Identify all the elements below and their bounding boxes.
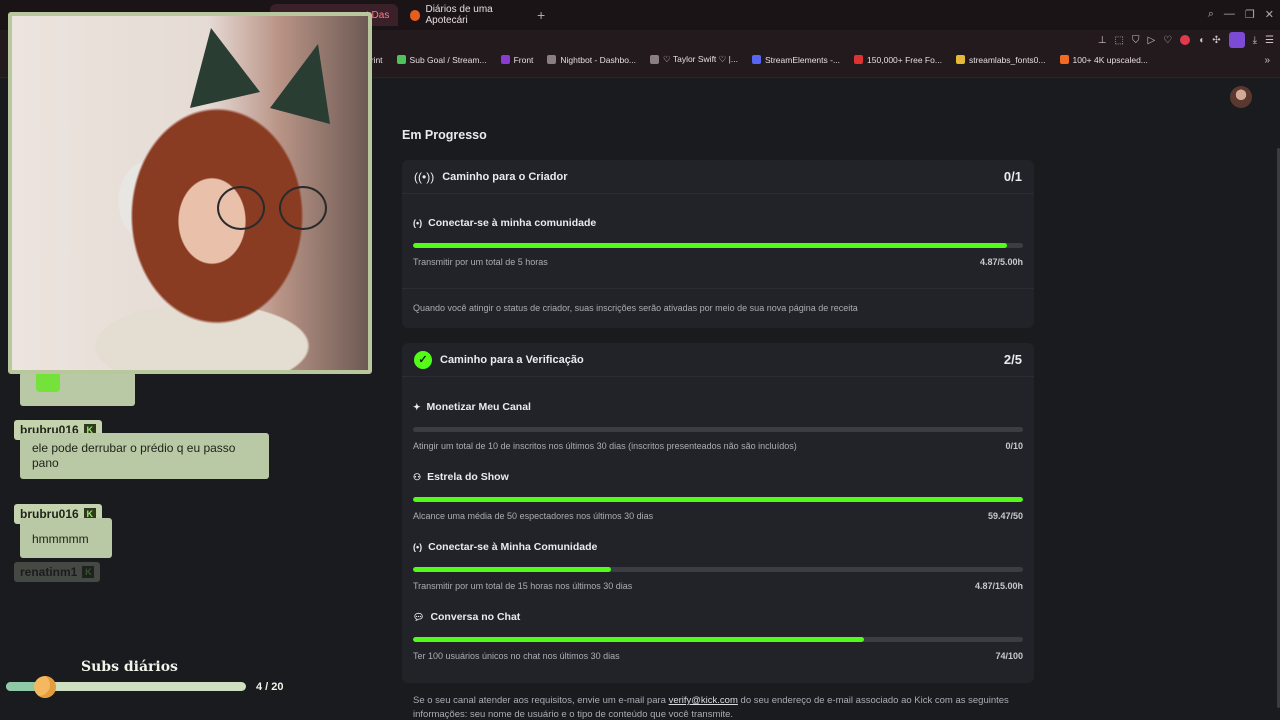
goal-item: 💬︎ Conversa no Chat Ter 100 usuários únic… <box>413 611 1023 661</box>
chat-message: hmmmmm <box>20 518 112 558</box>
user-avatar[interactable] <box>1230 86 1252 108</box>
broadcast-icon: ((•)) <box>414 169 435 184</box>
goal-footer: Atingir um total de 10 de inscritos nos … <box>413 441 1023 451</box>
list-icon <box>500 55 510 64</box>
cat-ear-headband <box>270 44 330 124</box>
bookmark-front[interactable]: Front <box>500 54 533 65</box>
webcam-feed <box>8 12 372 374</box>
search-tabs-icon[interactable]: ⌕ <box>1208 8 1214 21</box>
card-count: 2/5 <box>1003 352 1022 367</box>
verification-instructions: Se o seu canal atender aos requisitos, e… <box>413 695 1009 720</box>
subs-goal-count: 4 / 20 <box>256 681 284 693</box>
broadcast-icon: (•) <box>413 542 423 552</box>
goal-progress-bar <box>413 567 1023 572</box>
play-icon[interactable]: ▷ <box>1148 35 1156 46</box>
audio-icon[interactable]: ◖ <box>1198 35 1204 46</box>
verification-path-card: ✓ Caminho para a Verificação 2/5 ✦ Moneti… <box>402 343 1034 683</box>
streamelements-icon <box>751 55 761 64</box>
goal-progress-bar <box>413 497 1023 502</box>
goal-footer: Transmitir por um total de 5 horas 4.87/5… <box>413 257 1023 267</box>
new-tab-button[interactable]: + <box>537 7 545 23</box>
bookmark-sub-goal[interactable]: Sub Goal / Stream... <box>396 54 487 65</box>
divider <box>402 288 1034 289</box>
chat-username: renatinm1 K <box>14 562 101 582</box>
bookmark-nightbot[interactable]: Nightbot - Dashbo... <box>547 54 636 65</box>
goal-progress-bar <box>413 243 1023 248</box>
bookmarks-bar: print Sub Goal / Stream... Front Nightbo… <box>366 54 1148 65</box>
restore-icon[interactable]: ❐ <box>1245 8 1255 21</box>
bookmarks-overflow-button[interactable]: » <box>1264 55 1270 66</box>
goal-progress-fill <box>413 497 1023 502</box>
bookmark-streamlabs-fonts[interactable]: streamlabs_fonts0... <box>955 54 1046 65</box>
menu-icon[interactable]: ☰ <box>1265 35 1274 46</box>
users-icon: ⚇ <box>413 471 422 482</box>
bookmark-streamelements[interactable]: StreamElements -... <box>751 54 840 65</box>
heart-icon[interactable]: ♡ <box>1163 35 1172 46</box>
goal-title: (•) Conectar-se à minha comunidade <box>413 217 597 229</box>
goal-item: (•) Conectar-se à minha comunidade Transm… <box>413 217 1023 267</box>
close-icon[interactable]: ✕ <box>1265 8 1274 21</box>
card-header: ✓ Caminho para a Verificação 2/5 <box>402 343 1034 377</box>
goal-footer: Alcance uma média de 50 espectadores nos… <box>413 511 1023 521</box>
green-square-icon <box>396 55 406 64</box>
puzzle-icon[interactable]: ✣ <box>1212 35 1220 46</box>
browser-tab-apotecaria[interactable]: Diários de uma Apotecári <box>404 4 532 26</box>
subs-goal-title: Subs diários <box>81 659 178 675</box>
verify-email-link[interactable]: verify@kick.com <box>669 695 738 706</box>
screenshot-icon[interactable]: ⬚ <box>1115 35 1124 46</box>
download-icon[interactable]: ⤓ <box>1253 35 1257 46</box>
extension-red-icon[interactable] <box>1180 35 1191 45</box>
shield-icon[interactable]: ⛉ <box>1132 35 1140 46</box>
bookmark-free-fonts[interactable]: 150,000+ Free Fo... <box>854 54 942 65</box>
bookmark-taylor-swift[interactable]: ♡ Taylor Swift ♡ |... <box>650 54 738 65</box>
verified-badge-icon: ✓ <box>414 350 432 369</box>
glasses <box>217 186 332 236</box>
card-note: Quando você atingir o status de criador,… <box>413 303 858 313</box>
toolbar-icons: ⊥ ⬚ ⛉ ▷ ♡ ◖ ✣ ⤓ ☰ <box>1098 32 1274 48</box>
goal-title: ⚇ Estrela do Show <box>413 471 509 483</box>
card-header: ((•)) Caminho para o Criador 0/1 <box>402 160 1034 194</box>
goal-progress-bar <box>413 637 1023 642</box>
goal-item: ⚇ Estrela do Show Alcance uma média de 50… <box>413 471 1023 521</box>
cat-ear-headband <box>190 28 260 108</box>
font-icon <box>854 55 864 64</box>
goal-item: ✦ Monetizar Meu Canal Atingir um total de… <box>413 401 1023 451</box>
emote-icon <box>36 372 60 392</box>
goal-progress-fill <box>413 243 1008 248</box>
bookmark-4k-upscaled[interactable]: 100+ 4K upscaled... <box>1059 54 1148 65</box>
drive-icon <box>955 55 965 64</box>
window-controls: ⌕ — ❐ ✕ <box>1208 8 1274 21</box>
goal-footer: Transmitir por um total de 15 horas nos … <box>413 581 1023 591</box>
goal-title: (•) Conectar-se à Minha Comunidade <box>413 541 598 553</box>
chat-message: ele pode derrubar o prédio q eu passo pa… <box>20 433 269 479</box>
goal-progress-fill <box>413 637 865 642</box>
pin-icon[interactable]: ⊥ <box>1098 35 1107 46</box>
broadcast-icon: (•) <box>413 218 423 228</box>
crunchyroll-icon <box>410 9 421 21</box>
section-title: Em Progresso <box>402 128 487 142</box>
card-title: Caminho para o Criador <box>442 170 568 183</box>
card-count: 0/1 <box>1003 169 1022 184</box>
goal-footer: Ter 100 usuários únicos no chat nos últi… <box>413 651 1023 661</box>
moon-icon <box>34 676 56 698</box>
goal-progress-bar <box>413 427 1023 432</box>
card-title: Caminho para a Verificação <box>440 353 584 366</box>
goal-title: ✦ Monetizar Meu Canal <box>413 401 531 413</box>
goal-item: (•) Conectar-se à Minha Comunidade Transm… <box>413 541 1023 591</box>
kick-badge-icon: K <box>82 566 95 578</box>
sparkle-icon: ✦ <box>413 401 421 412</box>
goal-progress-fill <box>413 567 612 572</box>
minimize-icon[interactable]: — <box>1224 8 1235 21</box>
reddit-icon <box>1059 55 1069 64</box>
extension-avatar-icon[interactable] <box>1228 32 1245 48</box>
page-icon <box>650 55 660 64</box>
goal-title: 💬︎ Conversa no Chat <box>413 611 521 623</box>
creator-path-card: ((•)) Caminho para o Criador 0/1 (•) Cone… <box>402 160 1034 328</box>
tab-label: Diários de uma Apotecári <box>425 4 493 26</box>
chat-icon: 💬︎ <box>413 611 425 622</box>
bot-icon <box>547 55 557 64</box>
